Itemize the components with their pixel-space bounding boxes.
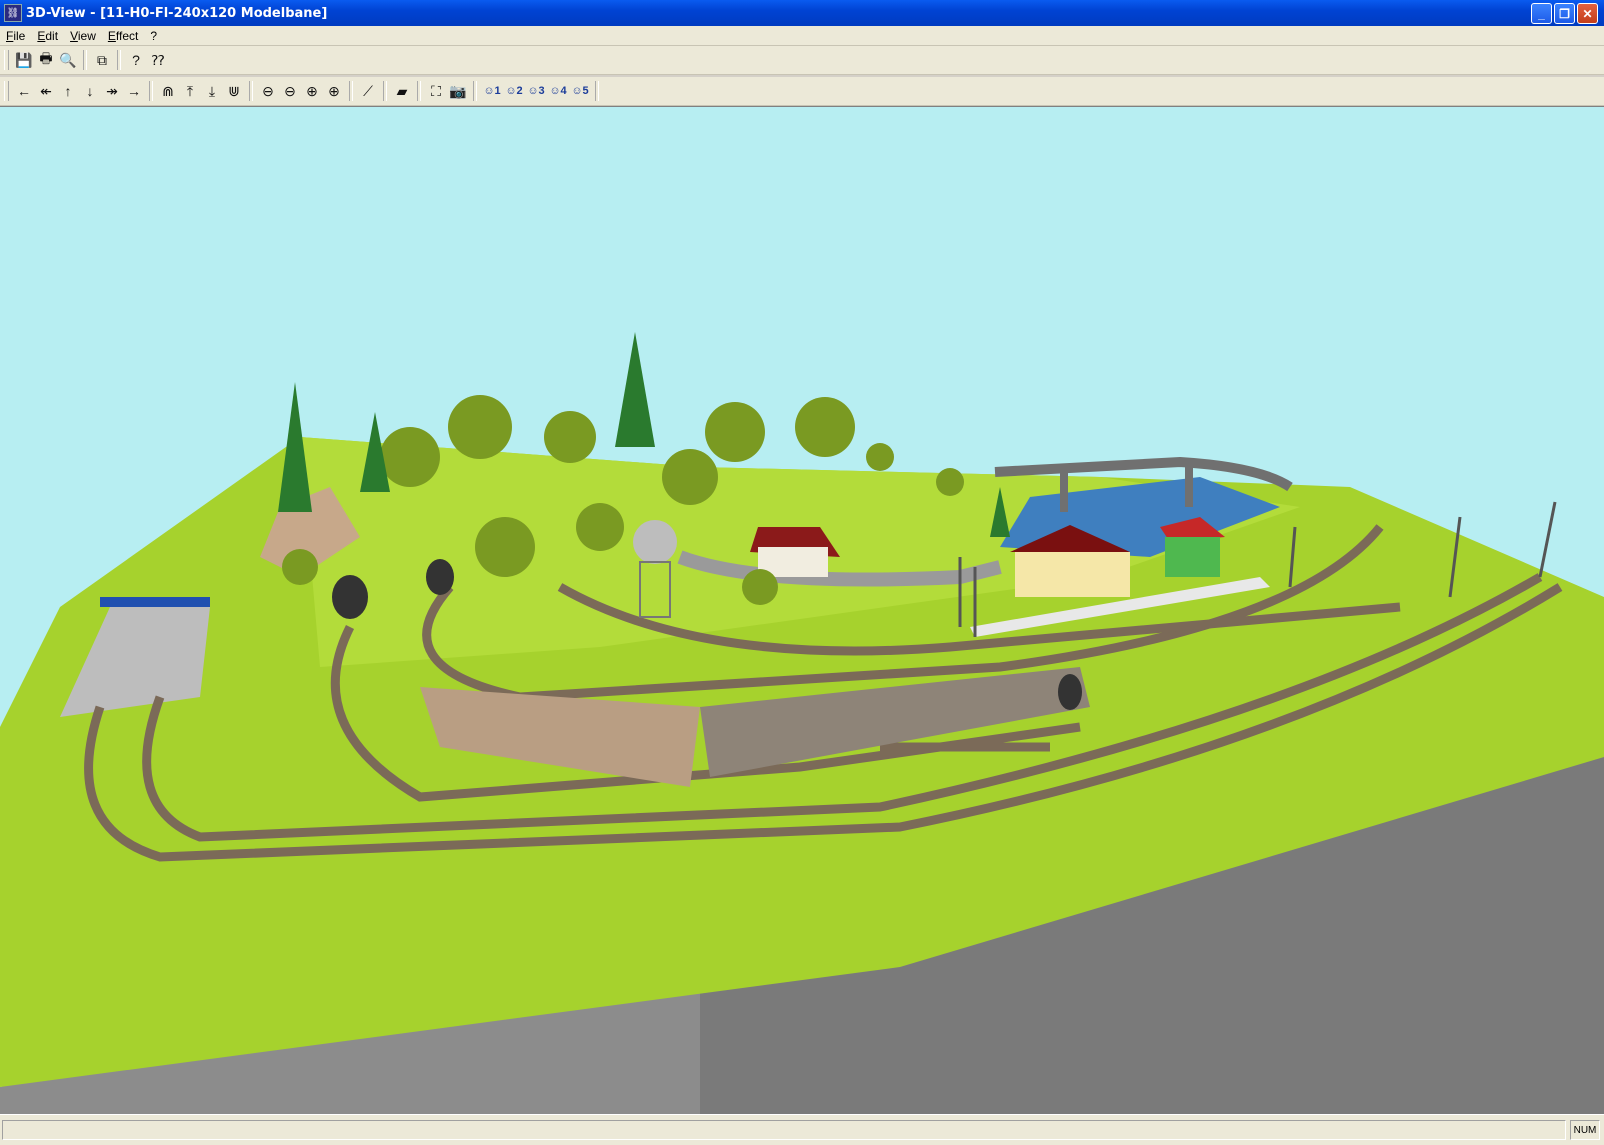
- tree: [380, 427, 440, 487]
- move-right-icon[interactable]: →: [123, 80, 145, 102]
- status-bar: NUM: [0, 1114, 1604, 1145]
- toolbar-separator: [149, 81, 153, 101]
- view-raise-icon[interactable]: ⤒: [179, 80, 201, 102]
- view-toolbar: ← ↞ ↑ ↓ ↠ → ⋒ ⤒ ⤓ ⋓ ⊖ ⊖ ⊕ ⊕ ⟋ ▰ ⛶ 📷 ☺ 1 ☺…: [0, 77, 1604, 106]
- camera-position-2-button[interactable]: ☺ 2: [503, 80, 525, 102]
- app-icon[interactable]: ⛓: [4, 4, 22, 22]
- camera-position-2-label: 2: [516, 85, 523, 97]
- zoom-in-large-icon[interactable]: ⊕: [323, 80, 345, 102]
- tunnel-portal: [332, 575, 368, 619]
- menu-help[interactable]: ?: [144, 29, 163, 43]
- toolbar-separator: [249, 81, 253, 101]
- camera-position-1-button[interactable]: ☺ 1: [481, 80, 503, 102]
- toolbar-separator: [117, 50, 121, 70]
- rotate-right-icon[interactable]: ↠: [101, 80, 123, 102]
- move-left-icon[interactable]: ←: [13, 80, 35, 102]
- toolbar-separator: [383, 81, 387, 101]
- menu-effect[interactable]: Effect: [102, 29, 144, 43]
- track-tool-icon[interactable]: ⟋: [357, 80, 379, 102]
- tunnel-portal: [1058, 674, 1082, 710]
- tunnel-portal: [426, 559, 454, 595]
- menu-bar: File Edit View Effect ?: [0, 26, 1604, 46]
- menu-view[interactable]: View: [64, 29, 102, 43]
- model-railway-scene: [0, 332, 1604, 1115]
- tree: [576, 503, 624, 551]
- status-message: [2, 1120, 1566, 1140]
- station-building: [1015, 552, 1130, 597]
- conifer-tree: [615, 332, 655, 447]
- camera-position-4-label: 4: [560, 85, 567, 97]
- view-level-icon[interactable]: ⋓: [223, 80, 245, 102]
- rotate-left-icon[interactable]: ↞: [35, 80, 57, 102]
- tree: [795, 397, 855, 457]
- zoom-in-icon[interactable]: ⊕: [301, 80, 323, 102]
- camera-position-5-button[interactable]: ☺ 5: [569, 80, 591, 102]
- num-lock-indicator: NUM: [1570, 1120, 1600, 1140]
- help-icon[interactable]: ?: [125, 49, 147, 71]
- window-controls: _ ❐ ✕: [1531, 3, 1598, 24]
- toolbar-separator: [349, 81, 353, 101]
- 3d-viewport[interactable]: [0, 106, 1604, 1115]
- tree: [662, 449, 718, 505]
- lamp-post: [1538, 501, 1557, 578]
- copy-icon[interactable]: ⧉: [91, 49, 113, 71]
- print-preview-icon[interactable]: 🔍: [57, 49, 79, 71]
- menu-edit[interactable]: Edit: [31, 29, 64, 43]
- fit-view-icon[interactable]: ⛶: [425, 80, 447, 102]
- toolbar-grip[interactable]: [4, 50, 9, 70]
- tree: [866, 443, 894, 471]
- move-up-icon[interactable]: ↑: [57, 80, 79, 102]
- zoom-out-icon[interactable]: ⊖: [257, 80, 279, 102]
- camera-position-3-label: 3: [538, 85, 545, 97]
- camera-position-1-label: 1: [494, 85, 501, 97]
- tree: [448, 395, 512, 459]
- terrain-tool-icon[interactable]: ▰: [391, 80, 413, 102]
- tree: [544, 411, 596, 463]
- toolbar-grip[interactable]: [4, 81, 9, 101]
- close-button[interactable]: ✕: [1577, 3, 1598, 24]
- print-icon[interactable]: 🖶: [35, 49, 57, 71]
- toolbar-separator: [473, 81, 477, 101]
- tree: [475, 517, 535, 577]
- menu-file[interactable]: File: [0, 29, 31, 43]
- camera-position-5-label: 5: [582, 85, 589, 97]
- minimize-button[interactable]: _: [1531, 3, 1552, 24]
- maximize-button[interactable]: ❐: [1554, 3, 1575, 24]
- view-tilt-icon[interactable]: ⋒: [157, 80, 179, 102]
- gantry-crane: [100, 597, 210, 607]
- camera-position-4-button[interactable]: ☺ 4: [547, 80, 569, 102]
- toolbar-separator: [417, 81, 421, 101]
- viaduct-pillar: [1060, 472, 1068, 512]
- context-help-icon[interactable]: ⁇: [147, 49, 169, 71]
- toolbar-separator: [595, 81, 599, 101]
- view-lower-icon[interactable]: ⤓: [201, 80, 223, 102]
- tree: [742, 569, 778, 605]
- house: [1165, 537, 1220, 577]
- camera-icon[interactable]: 📷: [447, 80, 469, 102]
- tree: [282, 549, 318, 585]
- window-title: 3D-View - [11-H0-Fl-240x120 Modelbane]: [26, 5, 328, 21]
- camera-position-3-button[interactable]: ☺ 3: [525, 80, 547, 102]
- toolbar-separator: [83, 50, 87, 70]
- standard-toolbar: 💾 🖶 🔍 ⧉ ? ⁇: [0, 46, 1604, 75]
- viaduct-pillar: [1185, 467, 1193, 507]
- save-icon[interactable]: 💾: [13, 49, 35, 71]
- move-down-icon[interactable]: ↓: [79, 80, 101, 102]
- water-tower: [633, 520, 677, 564]
- tree: [936, 468, 964, 496]
- title-bar: ⛓ 3D-View - [11-H0-Fl-240x120 Modelbane]…: [0, 0, 1604, 26]
- zoom-out-small-icon[interactable]: ⊖: [279, 80, 301, 102]
- tree: [705, 402, 765, 462]
